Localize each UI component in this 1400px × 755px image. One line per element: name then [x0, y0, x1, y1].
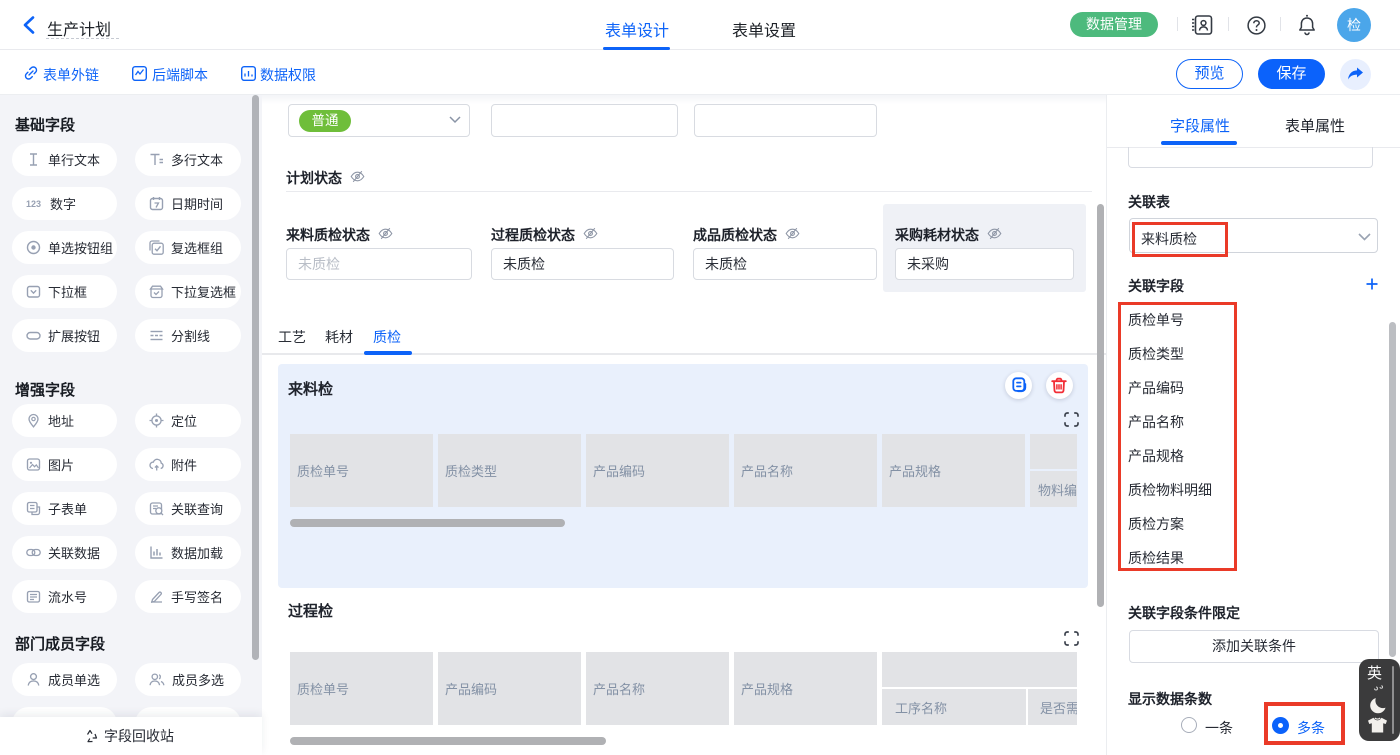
svg-text:123: 123 — [26, 199, 41, 209]
